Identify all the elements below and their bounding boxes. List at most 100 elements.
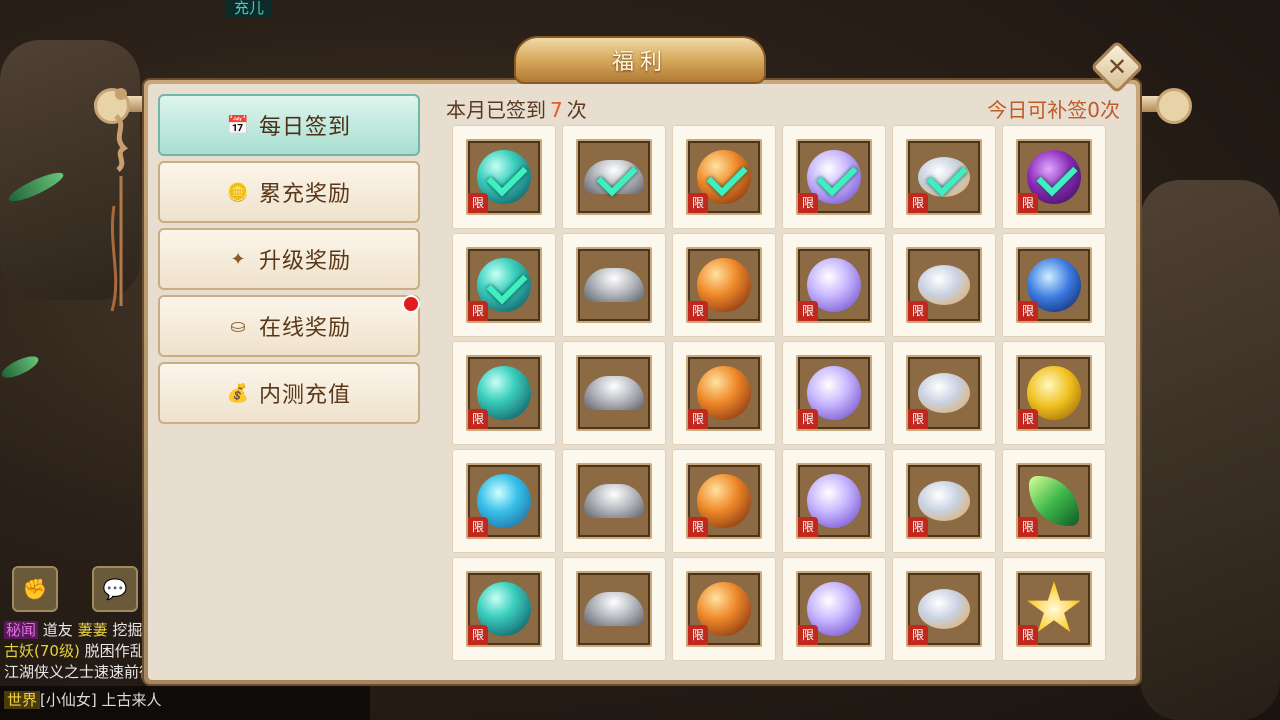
reward-slot: 限 [796, 463, 872, 539]
reward-cell[interactable]: 限 [672, 449, 776, 553]
reward-slot [576, 355, 652, 431]
spirit-egg-icon [918, 265, 970, 305]
reward-cell[interactable]: 限 [892, 233, 996, 337]
spirit-egg-icon [918, 373, 970, 413]
reward-cell[interactable]: 限 [672, 557, 776, 661]
reward-slot: 限 [686, 139, 762, 215]
limited-badge: 限 [688, 301, 708, 321]
reward-slot: 限 [796, 247, 872, 323]
sidebar-item-label: 升级奖励 [258, 249, 351, 274]
reward-cell[interactable]: 限 [892, 125, 996, 229]
reward-slot: 限 [906, 355, 982, 431]
reward-slot [576, 139, 652, 215]
reward-cell[interactable]: 限 [892, 557, 996, 661]
reward-cell[interactable]: 限 [452, 449, 556, 553]
calendar-icon: 📅 [226, 114, 250, 136]
signed-count: 7 [550, 98, 563, 122]
limited-badge: 限 [468, 409, 488, 429]
limited-badge: 限 [908, 301, 928, 321]
reward-cell[interactable]: 限 [672, 233, 776, 337]
reward-cell[interactable] [562, 341, 666, 445]
hanging-ornament-icon [110, 88, 129, 312]
world-message: 上古来人 [101, 691, 162, 709]
reward-slot: 限 [906, 247, 982, 323]
reward-cell[interactable] [562, 449, 666, 553]
silver-ingot-icon [584, 484, 644, 518]
sidebar-item-3[interactable]: ✦ 升级奖励 [158, 228, 420, 290]
chat-name[interactable]: 古妖(70级) [4, 642, 80, 660]
top-event-tag[interactable]: 充儿 [226, 0, 272, 18]
reward-slot [576, 571, 652, 647]
limited-badge: 限 [468, 625, 488, 645]
reward-cell[interactable]: 限 [782, 341, 886, 445]
sidebar-item-2[interactable]: 🪙 累充奖励 [158, 161, 420, 223]
reward-cell[interactable]: 限 [1002, 557, 1106, 661]
limited-badge: 限 [908, 625, 928, 645]
reward-cell[interactable]: 限 [1002, 449, 1106, 553]
limited-badge: 限 [798, 301, 818, 321]
limited-badge: 限 [688, 517, 708, 537]
welfare-sidebar: 📅 每日签到 🪙 累充奖励 ✦ 升级奖励 ⛀ 在线奖励 💰 内测充值 [158, 94, 420, 429]
world-channel-tag: 世界 [4, 691, 41, 709]
notification-dot [402, 295, 420, 313]
sidebar-item-4[interactable]: ⛀ 在线奖励 [158, 295, 420, 357]
reward-slot: 限 [1016, 463, 1092, 539]
limited-badge: 限 [908, 193, 928, 213]
limited-badge: 限 [468, 517, 488, 537]
reward-cell[interactable] [562, 233, 666, 337]
limited-badge: 限 [468, 301, 488, 321]
reward-slot: 限 [1016, 247, 1092, 323]
resign-remaining: 今日可补签0次 [987, 98, 1120, 122]
reward-cell[interactable]: 限 [1002, 341, 1106, 445]
panel-title-plate: 福利 [514, 36, 766, 84]
reward-slot: 限 [466, 355, 542, 431]
fist-icon[interactable]: ✊ [12, 566, 58, 612]
limited-badge: 限 [1018, 517, 1038, 537]
limited-badge: 限 [688, 193, 708, 213]
signed-suffix: 次 [566, 98, 587, 122]
reward-cell[interactable]: 限 [782, 125, 886, 229]
world-chat-bar[interactable]: 世界 [小仙女] 上古来人 [0, 686, 370, 720]
limited-badge: 限 [1018, 409, 1038, 429]
chat-tag: 秘闻 [4, 621, 39, 639]
panel-title: 福利 [611, 50, 668, 75]
signed-prefix: 本月已签到 [446, 98, 546, 122]
reward-slot: 限 [686, 463, 762, 539]
reward-cell[interactable]: 限 [782, 233, 886, 337]
reward-slot: 限 [796, 139, 872, 215]
reward-cell[interactable]: 限 [452, 233, 556, 337]
reward-cell[interactable]: 限 [1002, 233, 1106, 337]
reward-cell[interactable]: 限 [452, 557, 556, 661]
limited-badge: 限 [688, 409, 708, 429]
silver-ingot-icon [584, 592, 644, 626]
reward-cell[interactable]: 限 [782, 557, 886, 661]
limited-badge: 限 [798, 625, 818, 645]
spirit-egg-icon [918, 481, 970, 521]
sidebar-item-5[interactable]: 💰 内测充值 [158, 362, 420, 424]
limited-badge: 限 [688, 625, 708, 645]
sidebar-item-label: 在线奖励 [258, 316, 351, 341]
reward-slot: 限 [1016, 139, 1092, 215]
reward-slot: 限 [686, 247, 762, 323]
sidebar-item-label: 内测充值 [258, 383, 351, 408]
reward-cell[interactable]: 限 [892, 341, 996, 445]
reward-slot: 限 [686, 571, 762, 647]
reward-cell[interactable] [562, 557, 666, 661]
background-crystal [0, 352, 42, 382]
limited-badge: 限 [908, 409, 928, 429]
frame-ornament [1156, 88, 1192, 124]
reward-cell[interactable] [562, 125, 666, 229]
reward-cell[interactable]: 限 [892, 449, 996, 553]
reward-cell[interactable]: 限 [672, 125, 776, 229]
limited-badge: 限 [468, 193, 488, 213]
reward-cell[interactable]: 限 [782, 449, 886, 553]
reward-cell[interactable]: 限 [672, 341, 776, 445]
signin-reward-grid: 限限限限限限限限限限限限限限限限限限限限限限限限限 [452, 125, 1110, 661]
reward-slot [576, 247, 652, 323]
reward-slot: 限 [466, 247, 542, 323]
reward-cell[interactable]: 限 [452, 341, 556, 445]
level-up-icon: ✦ [230, 248, 246, 270]
sidebar-item-1[interactable]: 📅 每日签到 [158, 94, 420, 156]
reward-cell[interactable]: 限 [1002, 125, 1106, 229]
reward-cell[interactable]: 限 [452, 125, 556, 229]
